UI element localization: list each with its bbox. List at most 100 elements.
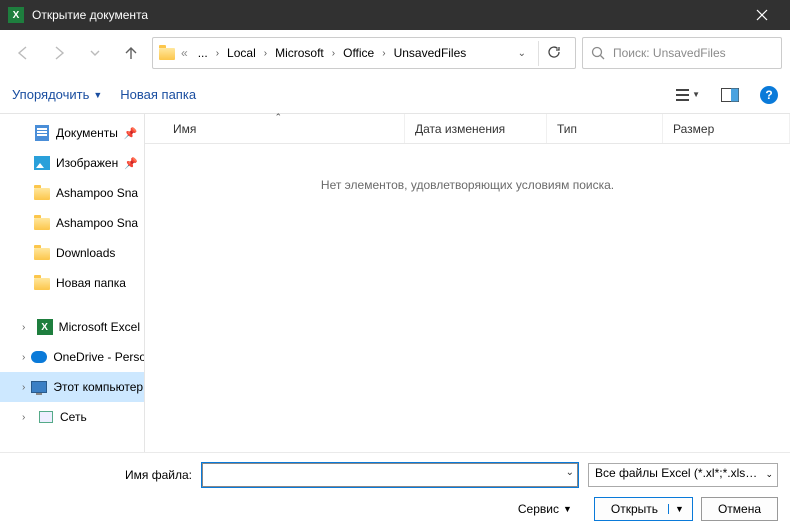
help-button[interactable]: ? <box>760 86 778 104</box>
folder-icon <box>34 185 50 201</box>
breadcrumb-ellipsis[interactable]: ... <box>194 44 212 62</box>
chevron-right-icon: › <box>264 48 267 59</box>
chevron-left-icon: « <box>179 46 190 60</box>
tree-item[interactable]: › Сеть <box>0 402 144 432</box>
titlebar: X Открытие документа <box>0 0 790 30</box>
tree-item[interactable]: Downloads <box>0 238 144 268</box>
breadcrumb-item[interactable]: Microsoft <box>271 44 328 62</box>
window-title: Открытие документа <box>32 8 742 22</box>
folder-icon <box>34 245 50 261</box>
empty-message: Нет элементов, удовлетворяющих условиям … <box>145 144 790 192</box>
caret-down-icon: ▼ <box>93 90 102 100</box>
column-name[interactable]: ⌃Имя <box>145 114 405 143</box>
refresh-button[interactable] <box>538 41 569 66</box>
file-type-filter[interactable]: Все файлы Excel (*.xl*;*.xlsx;*.x⌄ <box>588 463 778 487</box>
tree-item-label: OneDrive - Perso <box>53 350 145 364</box>
sort-indicator-icon: ⌃ <box>275 112 283 123</box>
recent-dropdown[interactable] <box>80 38 110 68</box>
tree-item-label: Сеть <box>60 410 87 424</box>
open-split-dropdown[interactable]: ▼ <box>668 504 688 514</box>
help-icon: ? <box>765 88 772 102</box>
tools-menu[interactable]: Сервис▼ <box>518 502 572 516</box>
tree-item[interactable]: › OneDrive - Perso <box>0 342 144 372</box>
search-box[interactable] <box>582 37 782 69</box>
tree-item-label: Ashampoo Sna <box>56 216 138 230</box>
forward-button[interactable] <box>44 38 74 68</box>
caret-down-icon: ▼ <box>563 504 572 514</box>
toolbar: Упорядочить▼ Новая папка ▼ ? <box>0 76 790 114</box>
nav-bar: « ... › Local › Microsoft › Office › Uns… <box>0 30 790 76</box>
tree-item[interactable]: Ashampoo Sna <box>0 208 144 238</box>
chevron-right-icon: › <box>382 48 385 59</box>
folder-icon <box>159 45 175 61</box>
img-icon <box>34 155 50 171</box>
organize-menu[interactable]: Упорядочить▼ <box>12 87 102 102</box>
address-dropdown[interactable]: ⌄ <box>514 44 530 63</box>
arrow-up-icon <box>123 45 139 61</box>
tree-item[interactable]: › X Microsoft Excel <box>0 312 144 342</box>
tree-item-label: Новая папка <box>56 276 126 290</box>
expand-chevron-icon[interactable]: › <box>22 412 32 423</box>
chevron-down-icon <box>90 48 100 58</box>
filename-dropdown[interactable]: ⌄ <box>566 467 574 478</box>
tree-item[interactable]: Документы 📌 <box>0 118 144 148</box>
chevron-right-icon: › <box>216 48 219 59</box>
tree-item-label: Изображен <box>56 156 118 170</box>
view-options-button[interactable]: ▼ <box>676 83 700 107</box>
net-icon <box>38 409 54 425</box>
arrow-left-icon <box>15 45 31 61</box>
excel-app-icon: X <box>8 7 24 23</box>
close-icon <box>756 9 768 21</box>
back-button[interactable] <box>8 38 38 68</box>
tree-item[interactable]: Изображен 📌 <box>0 148 144 178</box>
column-type[interactable]: Тип <box>547 114 663 143</box>
column-date[interactable]: Дата изменения <box>405 114 547 143</box>
close-button[interactable] <box>742 0 782 30</box>
preview-pane-icon <box>721 88 739 102</box>
tree-item[interactable]: Ashampoo Sna <box>0 178 144 208</box>
folder-icon <box>34 275 50 291</box>
column-headers: ⌃Имя Дата изменения Тип Размер <box>145 114 790 144</box>
tree-item-label: Документы <box>56 126 118 140</box>
new-folder-button[interactable]: Новая папка <box>120 87 196 102</box>
onedrive-icon <box>31 349 47 365</box>
filename-label: Имя файла: <box>12 468 192 482</box>
caret-down-icon: ▼ <box>692 90 700 99</box>
expand-chevron-icon[interactable]: › <box>22 322 31 333</box>
breadcrumb-item[interactable]: Office <box>339 44 378 62</box>
tree-item-label: Microsoft Excel <box>59 320 140 334</box>
folder-tree: Документы 📌 Изображен 📌 Ashampoo Sna Ashampoo… <box>0 114 145 452</box>
file-list: ⌃Имя Дата изменения Тип Размер Нет элеме… <box>145 114 790 452</box>
tree-item[interactable]: › Этот компьютер <box>0 372 144 402</box>
view-list-icon <box>676 88 689 102</box>
expand-chevron-icon[interactable]: › <box>22 352 25 363</box>
expand-chevron-icon[interactable]: › <box>22 382 25 393</box>
excel-icon: X <box>37 319 53 335</box>
filename-input[interactable] <box>202 463 578 487</box>
doc-icon <box>34 125 50 141</box>
search-input[interactable] <box>613 46 773 60</box>
preview-pane-button[interactable] <box>718 83 742 107</box>
open-button[interactable]: Открыть▼ <box>594 497 693 521</box>
pin-icon: 📌 <box>124 157 142 170</box>
address-bar[interactable]: « ... › Local › Microsoft › Office › Uns… <box>152 37 576 69</box>
tree-item-label: Ashampoo Sna <box>56 186 138 200</box>
up-button[interactable] <box>116 38 146 68</box>
caret-down-icon: ⌄ <box>765 469 773 480</box>
refresh-icon <box>547 45 561 59</box>
search-icon <box>591 46 605 60</box>
pc-icon <box>31 379 47 395</box>
breadcrumb-item[interactable]: Local <box>223 44 260 62</box>
pin-icon: 📌 <box>124 127 142 140</box>
cancel-button[interactable]: Отмена <box>701 497 778 521</box>
tree-item-label: Downloads <box>56 246 115 260</box>
main-area: Документы 📌 Изображен 📌 Ashampoo Sna Ashampoo… <box>0 114 790 452</box>
chevron-right-icon: › <box>332 48 335 59</box>
folder-icon <box>34 215 50 231</box>
bottom-panel: Имя файла: ⌄ Все файлы Excel (*.xl*;*.xl… <box>0 452 790 529</box>
column-size[interactable]: Размер <box>663 114 790 143</box>
tree-item-label: Этот компьютер <box>53 380 143 394</box>
breadcrumb-item[interactable]: UnsavedFiles <box>390 44 471 62</box>
arrow-right-icon <box>51 45 67 61</box>
tree-item[interactable]: Новая папка <box>0 268 144 298</box>
